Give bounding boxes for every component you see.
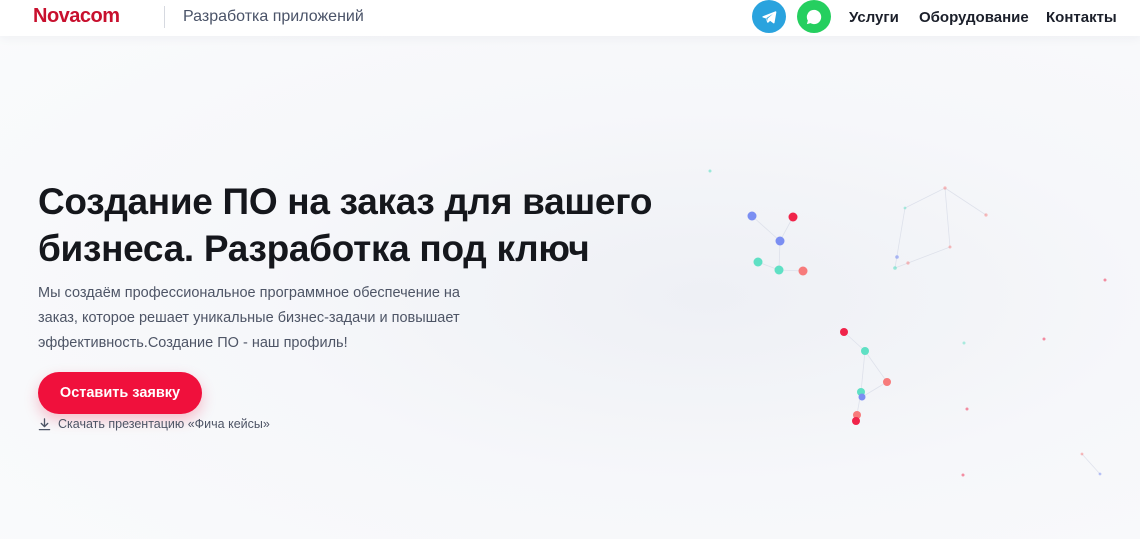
whatsapp-icon xyxy=(806,9,822,24)
submit-request-button[interactable]: Оставить заявку xyxy=(38,372,202,414)
telegram-icon xyxy=(762,10,777,23)
hero-title-line2: бизнеса. Разработка под ключ xyxy=(38,228,590,269)
hero-description: Мы создаём профессиональное программное … xyxy=(38,281,508,356)
hero-title: Создание ПО на заказ для вашего бизнеса.… xyxy=(38,178,678,272)
download-presentation-link[interactable]: Скачать презентацию «Фича кейсы» xyxy=(38,417,270,431)
download-icon xyxy=(38,417,51,430)
hero-description-line2: заказ, которое решает уникальные бизнес-… xyxy=(38,310,460,326)
hero-description-line3: эффективность.Создание ПО - наш профиль! xyxy=(38,335,348,351)
whatsapp-button[interactable] xyxy=(797,0,831,33)
nav-contacts[interactable]: Контакты xyxy=(1046,9,1117,26)
header-tagline: Разработка приложений xyxy=(183,8,364,25)
page: Novacom Разработка приложений Услуги Обо… xyxy=(0,0,1140,539)
header: Novacom Разработка приложений Услуги Обо… xyxy=(0,0,1140,36)
download-presentation-label: Скачать презентацию «Фича кейсы» xyxy=(58,417,270,431)
logo[interactable]: Novacom xyxy=(33,5,120,28)
network-illustration xyxy=(708,169,1107,477)
hero-description-line1: Мы создаём профессиональное программное … xyxy=(38,285,460,301)
header-divider xyxy=(164,6,165,28)
nav-equipment[interactable]: Оборудование xyxy=(919,9,1029,26)
nav-services[interactable]: Услуги xyxy=(849,9,899,26)
telegram-button[interactable] xyxy=(752,0,786,33)
hero-title-line1: Создание ПО на заказ для вашего xyxy=(38,181,653,222)
